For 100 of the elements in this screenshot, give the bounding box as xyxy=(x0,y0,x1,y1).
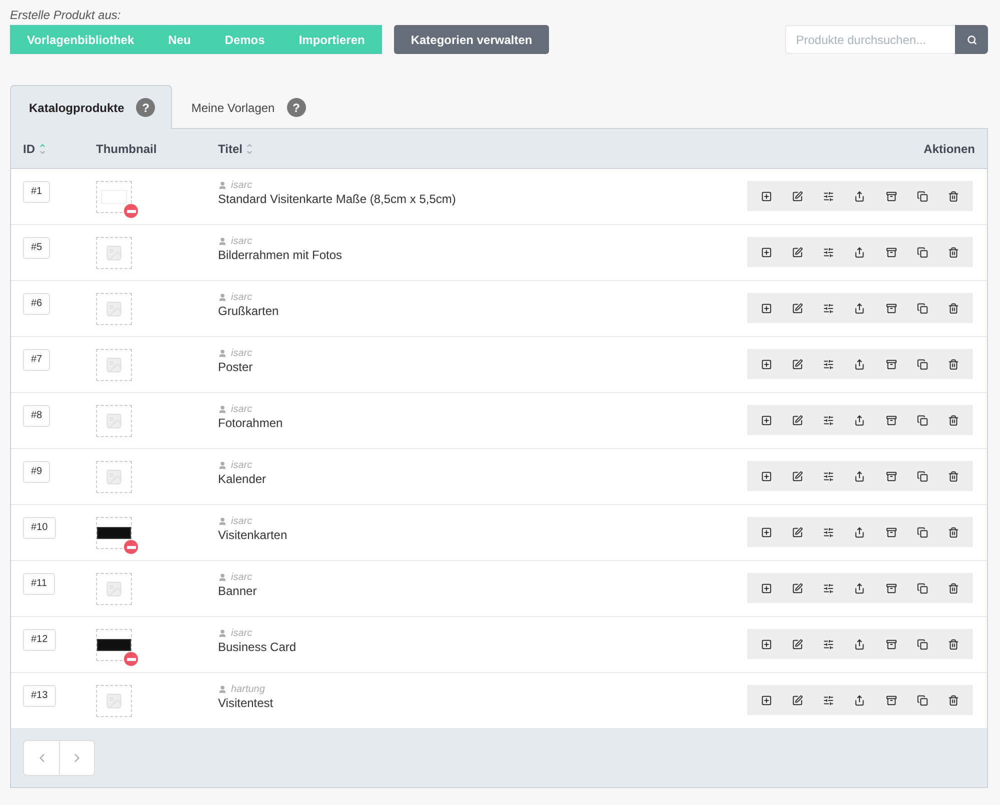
product-title: Grußkarten xyxy=(218,304,280,318)
user-icon xyxy=(218,573,227,582)
add-icon[interactable] xyxy=(761,414,772,426)
share-icon[interactable] xyxy=(854,246,866,258)
sliders-icon[interactable] xyxy=(823,358,834,370)
sliders-icon[interactable] xyxy=(823,302,834,314)
archive-icon[interactable] xyxy=(886,190,897,202)
delete-icon[interactable] xyxy=(948,526,959,538)
card-thumbnail xyxy=(97,639,131,651)
archive-icon[interactable] xyxy=(886,246,897,258)
archive-icon[interactable] xyxy=(886,694,897,706)
archive-icon[interactable] xyxy=(886,638,897,650)
add-icon[interactable] xyxy=(761,582,772,594)
copy-icon[interactable] xyxy=(916,582,928,594)
add-icon[interactable] xyxy=(761,470,772,482)
product-title: Banner xyxy=(218,584,258,598)
copy-icon[interactable] xyxy=(916,414,928,426)
user-icon xyxy=(218,685,227,694)
share-icon[interactable] xyxy=(854,694,866,706)
add-icon[interactable] xyxy=(761,190,772,202)
user-icon xyxy=(218,629,227,638)
add-icon[interactable] xyxy=(761,638,772,650)
copy-icon[interactable] xyxy=(916,302,928,314)
archive-icon[interactable] xyxy=(886,358,897,370)
copy-icon[interactable] xyxy=(916,246,928,258)
copy-icon[interactable] xyxy=(916,470,928,482)
delete-icon[interactable] xyxy=(948,190,959,202)
author-name: hartung xyxy=(231,684,265,695)
id-badge: #12 xyxy=(23,629,56,651)
add-icon[interactable] xyxy=(761,302,772,314)
sliders-icon[interactable] xyxy=(823,526,834,538)
delete-icon[interactable] xyxy=(948,414,959,426)
product-title: Bilderrahmen mit Fotos xyxy=(218,248,344,262)
copy-icon[interactable] xyxy=(916,190,928,202)
delete-icon[interactable] xyxy=(948,358,959,370)
archive-icon[interactable] xyxy=(886,414,897,426)
share-icon[interactable] xyxy=(854,302,866,314)
author-name: isarc xyxy=(231,628,252,639)
id-badge: #8 xyxy=(23,405,50,427)
user-icon xyxy=(218,461,227,470)
author-name: isarc xyxy=(231,460,252,471)
search-button[interactable] xyxy=(955,25,988,54)
sliders-icon[interactable] xyxy=(823,246,834,258)
edit-icon[interactable] xyxy=(792,638,804,650)
author-name: isarc xyxy=(231,572,252,583)
archive-icon[interactable] xyxy=(886,526,897,538)
delete-icon[interactable] xyxy=(948,638,959,650)
manage-categories-button[interactable]: Kategorien verwalten xyxy=(394,25,550,54)
share-icon[interactable] xyxy=(854,190,866,202)
delete-icon[interactable] xyxy=(948,302,959,314)
sliders-icon[interactable] xyxy=(823,190,834,202)
sliders-icon[interactable] xyxy=(823,470,834,482)
add-icon[interactable] xyxy=(761,694,772,706)
copy-icon[interactable] xyxy=(916,694,928,706)
share-icon[interactable] xyxy=(854,638,866,650)
edit-icon[interactable] xyxy=(792,414,804,426)
edit-icon[interactable] xyxy=(792,526,804,538)
edit-icon[interactable] xyxy=(792,694,804,706)
search-field[interactable]: Produkte durchsuchen... xyxy=(785,25,955,54)
share-icon[interactable] xyxy=(854,414,866,426)
archive-icon[interactable] xyxy=(886,582,897,594)
column-header: Aktionen xyxy=(924,142,975,156)
edit-icon[interactable] xyxy=(792,582,804,594)
copy-icon[interactable] xyxy=(916,638,928,650)
share-icon[interactable] xyxy=(854,526,866,538)
delete-icon[interactable] xyxy=(948,246,959,258)
author-name: isarc xyxy=(231,516,252,527)
help-icon[interactable]: ? xyxy=(136,98,156,117)
edit-icon[interactable] xyxy=(792,302,804,314)
image-placeholder-icon xyxy=(105,412,123,430)
share-icon[interactable] xyxy=(854,582,866,594)
edit-icon[interactable] xyxy=(792,246,804,258)
help-icon[interactable]: ? xyxy=(286,98,306,117)
add-icon[interactable] xyxy=(761,246,772,258)
delete-icon[interactable] xyxy=(948,694,959,706)
sliders-icon[interactable] xyxy=(823,582,834,594)
edit-icon[interactable] xyxy=(792,358,804,370)
sliders-icon[interactable] xyxy=(823,694,834,706)
add-icon[interactable] xyxy=(761,526,772,538)
share-icon[interactable] xyxy=(854,358,866,370)
share-icon[interactable] xyxy=(854,470,866,482)
copy-icon[interactable] xyxy=(916,526,928,538)
delete-icon[interactable] xyxy=(948,582,959,594)
add-icon[interactable] xyxy=(761,358,772,370)
author-name: isarc xyxy=(231,180,252,191)
sliders-icon[interactable] xyxy=(823,638,834,650)
archive-icon[interactable] xyxy=(886,470,897,482)
sliders-icon[interactable] xyxy=(823,414,834,426)
edit-icon[interactable] xyxy=(792,470,804,482)
product-title: Business Card xyxy=(218,640,298,654)
id-badge: #9 xyxy=(23,461,50,483)
author-name: isarc xyxy=(231,236,252,247)
delete-icon[interactable] xyxy=(948,470,959,482)
copy-icon[interactable] xyxy=(916,358,928,370)
tab[interactable]: Katalogprodukte ? xyxy=(10,85,172,129)
edit-icon[interactable] xyxy=(792,190,804,202)
archive-icon[interactable] xyxy=(886,302,897,314)
id-badge: #11 xyxy=(23,573,55,595)
user-icon xyxy=(218,517,227,526)
column-header: Titel xyxy=(218,142,242,156)
